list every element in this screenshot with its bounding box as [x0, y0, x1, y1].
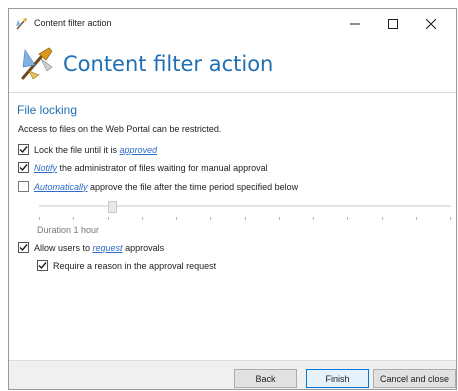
header-title: Content filter action	[63, 52, 274, 76]
minimize-button[interactable]	[336, 9, 374, 39]
section-title: File locking	[17, 103, 78, 117]
require-reason-option[interactable]: Require a reason in the approval request	[37, 260, 216, 271]
auto-approve-checkbox[interactable]	[18, 181, 29, 192]
slider-tick	[382, 217, 383, 220]
close-icon	[426, 19, 436, 29]
slider-tick	[142, 217, 143, 220]
content-filter-icon	[21, 47, 53, 80]
lock-file-label: Lock the file until it is	[34, 144, 120, 155]
slider-thumb[interactable]	[108, 201, 117, 213]
slider-tick	[279, 217, 280, 220]
check-icon	[19, 244, 28, 252]
dialog-window: Content filter action Content filter act…	[8, 8, 457, 390]
dialog-content: File locking Access to files on the Web …	[9, 94, 456, 359]
dialog-footer: Back Finish Cancel and close	[9, 360, 456, 389]
slider-tick	[108, 217, 109, 220]
check-icon	[19, 146, 28, 154]
allow-request-label: Allow users to	[34, 242, 93, 253]
maximize-button[interactable]	[374, 9, 412, 39]
request-link[interactable]: request	[93, 243, 123, 253]
allow-request-checkbox[interactable]	[18, 242, 29, 253]
cancel-and-close-button[interactable]: Cancel and close	[373, 369, 456, 388]
slider-tick	[450, 217, 451, 220]
lock-file-checkbox[interactable]	[18, 144, 29, 155]
notify-link[interactable]: Notify	[34, 163, 57, 173]
close-button[interactable]	[412, 9, 450, 39]
auto-approve-label: approve the file after the time period s…	[87, 181, 299, 192]
auto-approve-option[interactable]: Automatically approve the file after the…	[18, 181, 298, 192]
require-reason-label: Require a reason in the approval request	[53, 260, 217, 271]
section-description: Access to files on the Web Portal can be…	[18, 124, 222, 134]
require-reason-checkbox[interactable]	[37, 260, 48, 271]
window-title: Content filter action	[34, 18, 112, 28]
check-icon	[19, 164, 28, 172]
check-icon	[38, 262, 47, 270]
slider-tick	[39, 217, 40, 220]
app-icon	[16, 18, 27, 30]
slider-track	[39, 205, 451, 207]
notify-option[interactable]: Notify the administrator of files waitin…	[18, 162, 268, 173]
title-bar: Content filter action	[9, 9, 456, 39]
slider-tick	[176, 217, 177, 220]
duration-slider[interactable]	[39, 201, 451, 222]
lock-file-option[interactable]: Lock the file until it is approved	[18, 144, 157, 155]
minimize-icon	[350, 23, 360, 25]
automatically-link[interactable]: Automatically	[34, 182, 88, 192]
dialog-header: Content filter action	[9, 39, 456, 93]
duration-label: Duration 1 hour	[37, 225, 100, 235]
finish-button[interactable]: Finish	[306, 369, 369, 388]
maximize-icon	[388, 19, 398, 29]
slider-tick	[347, 217, 348, 220]
notify-checkbox[interactable]	[18, 162, 29, 173]
notify-label: the administrator of files waiting for m…	[57, 162, 268, 173]
slider-tick	[416, 217, 417, 220]
slider-tick	[210, 217, 211, 220]
back-button[interactable]: Back	[234, 369, 297, 388]
approved-link[interactable]: approved	[120, 145, 158, 155]
slider-tick	[313, 217, 314, 220]
allow-request-option[interactable]: Allow users to request approvals	[18, 242, 164, 253]
slider-tick	[73, 217, 74, 220]
allow-request-label-end: approvals	[122, 242, 165, 253]
slider-tick	[245, 217, 246, 220]
